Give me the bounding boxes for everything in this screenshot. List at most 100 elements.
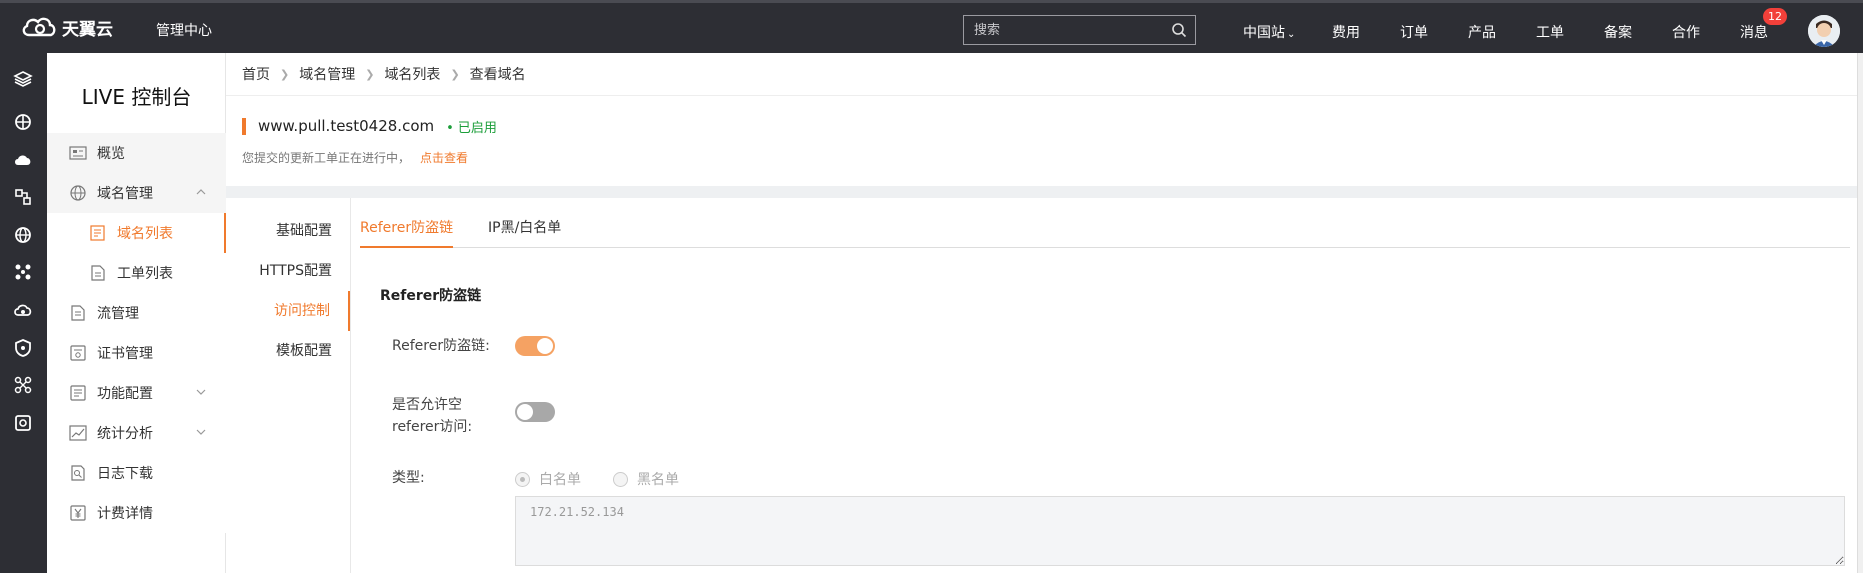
referer-list-textarea[interactable]: 172.21.52.134 — [515, 496, 1845, 566]
nav-tickets[interactable]: 工单 — [1536, 22, 1564, 42]
stream-document-icon — [71, 305, 85, 321]
yen-icon — [70, 505, 86, 521]
certificate-icon — [70, 345, 86, 361]
section-divider — [226, 186, 1863, 198]
sidebar-item-label: 日志下载 — [97, 466, 153, 482]
sidebar-item-label: 功能配置 — [97, 386, 153, 402]
cluster-icon[interactable] — [13, 375, 33, 395]
compute-icon[interactable] — [13, 112, 33, 132]
label-line-2: referer访问: — [392, 419, 473, 435]
user-avatar[interactable] — [1808, 15, 1840, 47]
sidebar-item-label: 统计分析 — [97, 426, 153, 442]
sidebar-item-stream-management[interactable]: 流管理 — [47, 293, 226, 333]
sidebar-item-domain-list[interactable]: 域名列表 — [47, 213, 226, 253]
console-title: LIVE 控制台 — [81, 85, 192, 109]
shield-icon[interactable] — [13, 338, 33, 358]
live-console-sidebar: LIVE 控制台 概览 域名管理 域名列表 工单列表 流管理 证书管理 功能配置… — [47, 53, 226, 573]
allow-empty-referer-label: 是否允许空 referer访问: — [392, 394, 472, 438]
breadcrumb-current: 查看域名 — [469, 67, 526, 83]
section-title: Referer防盗链 — [380, 288, 482, 304]
subnav-template-config[interactable]: 模板配置 — [225, 331, 350, 371]
sidebar-item-label: 计费详情 — [97, 506, 153, 522]
document-icon — [91, 265, 105, 281]
product-icon-rail — [0, 53, 47, 573]
globe-icon[interactable] — [13, 225, 33, 245]
tab-ip-list[interactable]: IP黑/白名单 — [488, 210, 561, 248]
region-label: 中国站 — [1243, 25, 1285, 41]
breadcrumb-domain-list[interactable]: 域名列表 — [384, 64, 440, 84]
breadcrumb: 首页 ❯ 域名管理 ❯ 域名列表 ❯ 查看域名 — [226, 53, 1863, 96]
cloud-logo-icon — [22, 17, 56, 37]
config-subnav: 基础配置 HTTPS配置 访问控制 模板配置 — [226, 198, 351, 573]
radio-label: 黑名单 — [637, 472, 679, 488]
referer-toggle[interactable] — [515, 336, 555, 356]
nav-cooperation[interactable]: 合作 — [1672, 22, 1700, 42]
domain-name: www.pull.test0428.com — [258, 117, 435, 135]
globe-icon — [70, 185, 86, 201]
network-icon[interactable] — [13, 187, 33, 207]
layers-icon[interactable] — [13, 69, 33, 89]
radio-whitelist[interactable]: 白名单 — [515, 469, 581, 489]
sidebar-item-overview[interactable]: 概览 — [47, 133, 226, 173]
config-icon — [70, 385, 86, 401]
brand-logo[interactable]: 天翼云 — [20, 14, 113, 40]
radio-circle — [613, 471, 628, 487]
sidebar-item-label: 概览 — [97, 146, 125, 162]
sidebar-item-statistics[interactable]: 统计分析 — [47, 413, 226, 453]
accent-bar — [242, 117, 246, 135]
breadcrumb-home[interactable]: 首页 — [242, 64, 270, 84]
chevron-down-icon — [196, 429, 206, 435]
notice-text: 您提交的更新工单正在进行中， — [242, 151, 411, 165]
nav-messages[interactable]: 消息 — [1740, 22, 1768, 42]
search-box — [963, 15, 1196, 45]
chevron-down-icon: ⌄ — [1287, 29, 1296, 40]
sidebar-item-domain-management[interactable]: 域名管理 — [47, 173, 226, 213]
brand-name: 天翼云 — [62, 19, 113, 40]
sidebar-item-ticket-list[interactable]: 工单列表 — [47, 253, 226, 293]
radio-label: 白名单 — [539, 472, 581, 488]
breadcrumb-domain-management[interactable]: 域名管理 — [299, 64, 355, 84]
region-selector[interactable]: 中国站 ⌄ — [1243, 22, 1295, 42]
sidebar-item-log-download[interactable]: 日志下载 — [47, 453, 226, 493]
sidebar-item-billing[interactable]: 计费详情 — [47, 493, 226, 533]
nav-fees[interactable]: 费用 — [1332, 22, 1360, 42]
log-search-icon — [71, 465, 85, 481]
chart-icon — [69, 425, 87, 441]
page-scrollbar[interactable] — [1857, 53, 1863, 573]
toggle-knob — [517, 404, 533, 420]
nodes-icon[interactable] — [13, 262, 33, 282]
radio-circle-checked — [515, 471, 530, 487]
nav-filing[interactable]: 备案 — [1604, 22, 1632, 42]
radio-blacklist[interactable]: 黑名单 — [613, 469, 679, 489]
nav-products[interactable]: 产品 — [1468, 22, 1496, 42]
sidebar-item-feature-config[interactable]: 功能配置 — [47, 373, 226, 413]
message-count-badge: 12 — [1763, 8, 1787, 25]
chevron-right-icon: ❯ — [450, 67, 460, 81]
domain-list-icon — [90, 225, 105, 241]
sidebar-item-label: 工单列表 — [117, 266, 173, 282]
cloud-icon[interactable] — [13, 150, 33, 170]
sidebar-item-certificate-management[interactable]: 证书管理 — [47, 333, 226, 373]
tab-referer[interactable]: Referer防盗链 — [360, 210, 454, 248]
domain-header: www.pull.test0428.com • 已启用 — [242, 115, 497, 137]
subnav-basic-config[interactable]: 基础配置 — [225, 211, 350, 251]
subnav-https-config[interactable]: HTTPS配置 — [225, 251, 350, 291]
chevron-down-icon — [196, 389, 206, 395]
nav-orders[interactable]: 订单 — [1400, 22, 1428, 42]
view-ticket-link[interactable]: 点击查看 — [420, 151, 468, 165]
search-input[interactable] — [964, 16, 1154, 44]
referer-label: Referer防盗链: — [392, 338, 490, 354]
type-label: 类型: — [392, 470, 425, 486]
allow-empty-referer-toggle[interactable] — [515, 402, 555, 422]
label-line-1: 是否允许空 — [392, 397, 462, 413]
management-center-link[interactable]: 管理中心 — [156, 20, 212, 40]
sidebar-item-label: 流管理 — [97, 306, 139, 322]
toggle-knob — [537, 338, 553, 354]
subnav-access-control[interactable]: 访问控制 — [225, 291, 350, 331]
cloud-sync-icon[interactable] — [13, 300, 33, 320]
monitor-icon[interactable] — [13, 413, 33, 433]
sidebar-item-label: 证书管理 — [97, 346, 153, 362]
search-icon[interactable] — [1171, 22, 1187, 38]
sidebar-item-label: 域名管理 — [97, 186, 153, 202]
status-badge: • 已启用 — [446, 120, 497, 136]
